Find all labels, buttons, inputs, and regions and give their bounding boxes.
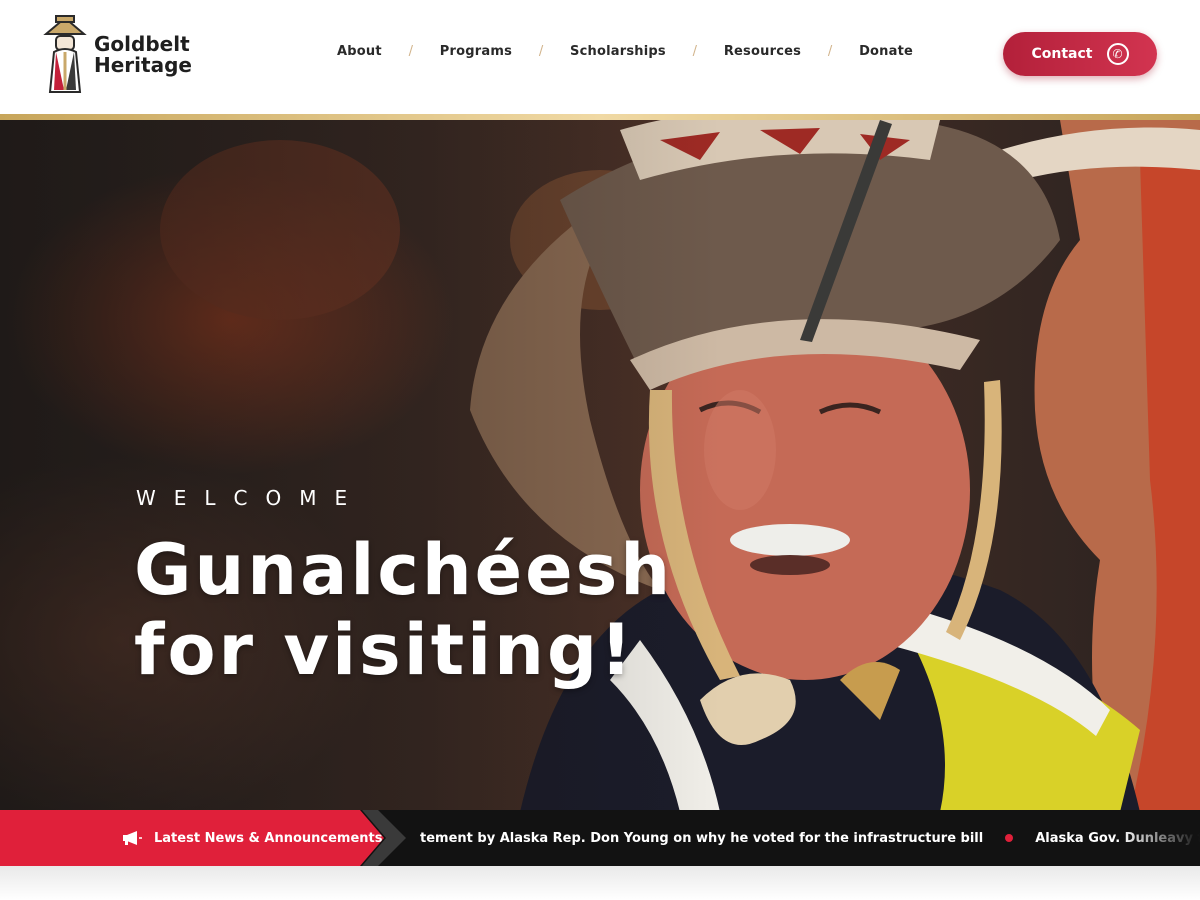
brand-name: Goldbelt Heritage [94, 34, 192, 76]
page-bottom-strip [0, 866, 1200, 900]
news-label[interactable]: Latest News & Announcements [0, 810, 384, 866]
news-ticker-bar: Latest News & Announcements tement by Al… [0, 810, 1200, 866]
nav-programs[interactable]: Programs [440, 44, 512, 59]
nav-separator: / [827, 44, 833, 59]
nav-separator: / [408, 44, 413, 59]
nav-resources[interactable]: Resources [724, 44, 801, 59]
page: Goldbelt Heritage About / Programs / Sch… [0, 0, 1200, 900]
main-nav: About / Programs / Scholarships / Resour… [337, 44, 913, 59]
nav-scholarships[interactable]: Scholarships [570, 44, 666, 59]
contact-button[interactable]: Contact ✆ [1003, 32, 1157, 76]
brand-logo[interactable]: Goldbelt Heritage [42, 12, 192, 94]
hero-banner: WELCOME Gunalchéesh for visiting! [0, 120, 1200, 812]
logo-figure-icon [43, 15, 87, 93]
brand-name-line1: Goldbelt [94, 32, 190, 56]
hero-headline-line1: Gunalchéesh [134, 529, 674, 611]
nav-separator: / [692, 44, 698, 59]
contact-button-label: Contact [1031, 46, 1093, 62]
megaphone-icon [123, 831, 142, 845]
nav-separator: / [538, 44, 544, 59]
brand-name-line2: Heritage [94, 53, 192, 77]
phone-icon: ✆ [1106, 43, 1129, 65]
ticker-dot-icon [1005, 834, 1014, 842]
nav-donate[interactable]: Donate [859, 44, 913, 59]
news-label-text: Latest News & Announcements [154, 830, 383, 846]
hero-overlay [0, 120, 720, 812]
hero-headline: Gunalchéesh for visiting! [134, 530, 673, 690]
news-ticker: tement by Alaska Rep. Don Young on why h… [420, 810, 1200, 866]
hero-headline-line2: for visiting! [134, 609, 636, 691]
news-item[interactable]: tement by Alaska Rep. Don Young on why h… [420, 831, 983, 846]
site-header: Goldbelt Heritage About / Programs / Sch… [0, 0, 1200, 116]
nav-about[interactable]: About [337, 44, 382, 59]
ticker-fade [1120, 810, 1200, 866]
hero-kicker: WELCOME [136, 486, 366, 510]
